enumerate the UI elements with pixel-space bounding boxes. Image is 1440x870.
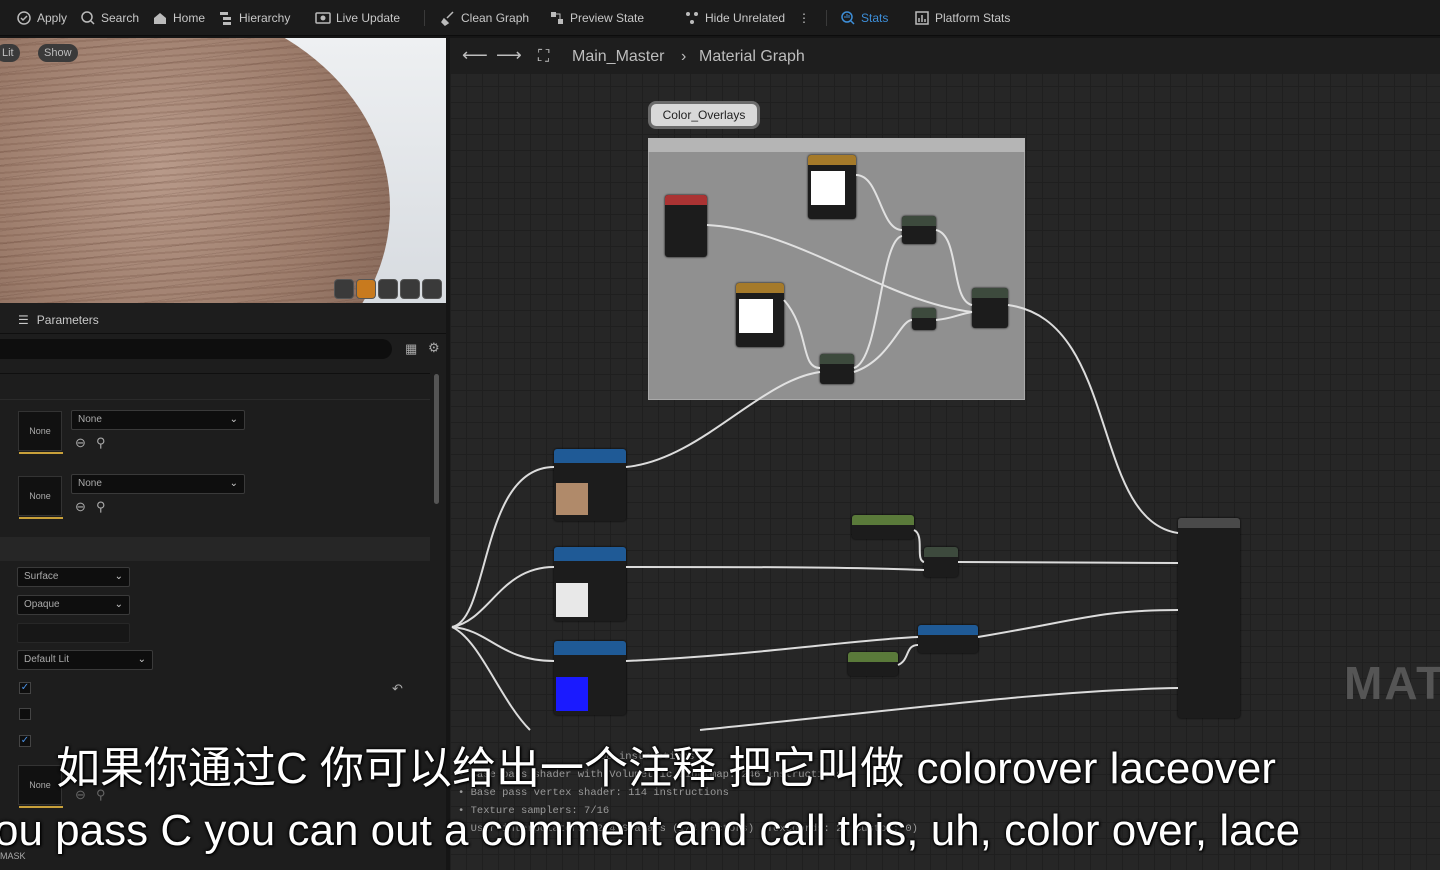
subtitle-chinese: 如果你通过C 你可以给出一个注释 把它叫做 colorover laceover xyxy=(56,744,1276,793)
wire xyxy=(783,299,821,369)
wire xyxy=(625,636,919,662)
wire xyxy=(855,174,903,231)
wire xyxy=(706,224,973,313)
wire xyxy=(913,529,925,563)
wire xyxy=(977,609,1179,638)
wire xyxy=(699,687,1179,731)
wire xyxy=(451,566,555,628)
wire xyxy=(625,371,821,468)
wire xyxy=(897,644,919,666)
domain-watermark: MAT xyxy=(1344,657,1440,709)
wire xyxy=(1007,304,1179,534)
wire xyxy=(935,229,973,306)
wire xyxy=(451,466,555,628)
wire xyxy=(451,626,555,662)
wire xyxy=(853,319,913,373)
wire xyxy=(625,566,925,571)
wire xyxy=(957,561,1179,564)
subtitle-english: ou pass C you can out a comment and call… xyxy=(0,806,1301,855)
wire xyxy=(935,311,973,321)
wire xyxy=(853,235,903,369)
